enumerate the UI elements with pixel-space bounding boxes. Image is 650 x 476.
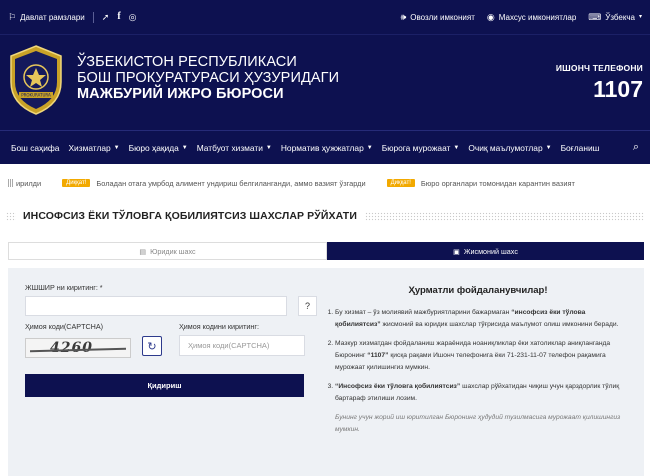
nav-press[interactable]: Матбуот хизмати ▼	[197, 143, 272, 153]
entity-type-tabs: ▤ Юридик шахс ▣ Жисмоний шахс	[8, 242, 644, 260]
info-note: Бунинг учун жорий иш юритилган Бюронинг …	[335, 414, 621, 433]
search-icon[interactable]: ⌕	[633, 141, 639, 154]
facebook-icon[interactable]: f	[117, 12, 120, 22]
chevron-down-icon: ▼	[181, 144, 188, 151]
captcha-input[interactable]: Ҳимоя коди(CAPTCHA)	[179, 335, 305, 356]
refresh-captcha-icon[interactable]: ↻	[142, 336, 162, 356]
nav-services[interactable]: Хизматлар ▼	[68, 143, 119, 153]
nav-appeal[interactable]: Бюрога мурожаат ▼	[382, 143, 460, 153]
special-features-button[interactable]: ◉ Махсус имкониятлар	[486, 11, 576, 22]
audio-accessibility-button[interactable]: 🕪 Овозли имконият	[400, 11, 475, 22]
chevron-down-icon: ▼	[545, 144, 552, 151]
info-item: “Инсофсиз ёки тўловга қобилиятсиз” шахсл…	[335, 381, 630, 405]
captcha-input-label: Ҳимоя кодини киритинг:	[179, 322, 259, 331]
chevron-down-icon: ▼	[453, 144, 460, 151]
nav-home[interactable]: Бош саҳифа	[11, 143, 59, 153]
captcha-label: Ҳимоя коди(CAPTCHA)	[25, 322, 104, 331]
nav-about[interactable]: Бюро ҳақида ▼	[129, 143, 188, 153]
prosecutor-emblem-logo[interactable]: PROKURATURA	[7, 44, 65, 116]
info-item: Бу хизмат – ўз молиявий мажбуриятларини …	[335, 307, 630, 331]
trust-phone[interactable]: ИШОНЧ ТЕЛЕФОНИ 1107	[556, 63, 643, 103]
tab-legal-entity[interactable]: ▤ Юридик шахс	[8, 242, 327, 260]
id-card-icon: ▣	[453, 246, 460, 256]
nav-contact[interactable]: Боғланиш	[561, 143, 600, 153]
main-navigation: Бош саҳифа Хизматлар ▼ Бюро ҳақида ▼ Матбу…	[0, 130, 650, 164]
building-icon: ▤	[139, 246, 147, 256]
info-list: Бу хизмат – ўз молиявий мажбуриятларини …	[326, 307, 630, 405]
attention-badge: Диққат!	[386, 179, 415, 187]
chevron-down-icon: ▼	[113, 144, 120, 151]
site-header: PROKURATURA ЎЗБЕКИСТОН РЕСПУБЛИКАСИ БОШ …	[0, 34, 650, 130]
search-button[interactable]: Қидириш	[25, 374, 304, 397]
nav-open-data[interactable]: Очиқ маълумотлар ▼	[468, 143, 551, 153]
ticker-item[interactable]: Бюро органлари томонидан карантин вазият	[421, 179, 575, 188]
pinfl-label: ЖШШИР ни киритинг: *	[25, 283, 103, 292]
ticker-item[interactable]: Боладан отага умрбод алимент ундириш бел…	[96, 179, 365, 188]
pinfl-input[interactable]	[25, 296, 287, 316]
top-bar: ⚐ Давлат рамзлари ➚ f ◎ 🕪 Овозли имкония…	[0, 0, 650, 34]
tab-individual[interactable]: ▣ Жисмоний шахс	[327, 242, 644, 260]
news-ticker: ирилди Диққат! Боладан отага умрбод алим…	[0, 172, 650, 194]
trust-phone-label: ИШОНЧ ТЕЛЕФОНИ	[555, 63, 643, 73]
telegram-icon[interactable]: ➚	[102, 12, 110, 22]
speaker-icon: 🕪	[400, 11, 407, 22]
trust-phone-number[interactable]: 1107	[556, 76, 643, 103]
help-button[interactable]: ?	[298, 296, 317, 316]
language-selector[interactable]: ⌨ Ўзбекча ▾	[588, 11, 642, 22]
ticker-grip	[8, 179, 14, 187]
decorative-dots	[364, 211, 644, 221]
keyboard-icon: ⌨	[588, 11, 602, 22]
info-item: Мазкур хизматдан фойдаланиш жараёнида но…	[335, 338, 630, 374]
decorative-dots	[6, 211, 16, 221]
chevron-down-icon: ▼	[366, 144, 373, 151]
eye-icon: ◉	[486, 11, 495, 22]
info-title: Ҳурматли фойдаланувчилар!	[408, 285, 548, 296]
ticker-item[interactable]: ирилди	[16, 179, 41, 188]
info-panel: Ҳурматли фойдаланувчилар! Бу хизмат – ўз…	[326, 285, 630, 436]
captcha-image: 4260	[25, 338, 131, 358]
svg-text:PROKURATURA: PROKURATURA	[21, 93, 51, 98]
organization-name: ЎЗБЕКИСТОН РЕСПУБЛИКАСИ БОШ ПРОКУРАТУРАС…	[77, 54, 340, 102]
state-symbols-link[interactable]: ⚐ Давлат рамзлари	[8, 11, 85, 22]
chevron-down-icon: ▼	[265, 144, 272, 151]
section-header: ИНСОФСИЗ ЁКИ ТЎЛОВГА ҚОБИЛИЯТСИЗ ШАХСЛАР…	[6, 208, 644, 224]
nav-documents[interactable]: Норматив ҳужжатлар ▼	[281, 143, 373, 153]
flag-icon: ⚐	[8, 11, 17, 22]
search-panel: ЖШШИР ни киритинг: * ? Ҳимоя коди(CAPTCH…	[8, 268, 644, 476]
divider	[92, 11, 94, 23]
chevron-down-icon: ▾	[638, 14, 642, 20]
page-title: ИНСОФСИЗ ЁКИ ТЎЛОВГА ҚОБИЛИЯТСИЗ ШАХСЛАР…	[23, 210, 357, 222]
attention-badge: Диққат!	[62, 179, 91, 187]
instagram-icon[interactable]: ◎	[129, 12, 137, 22]
